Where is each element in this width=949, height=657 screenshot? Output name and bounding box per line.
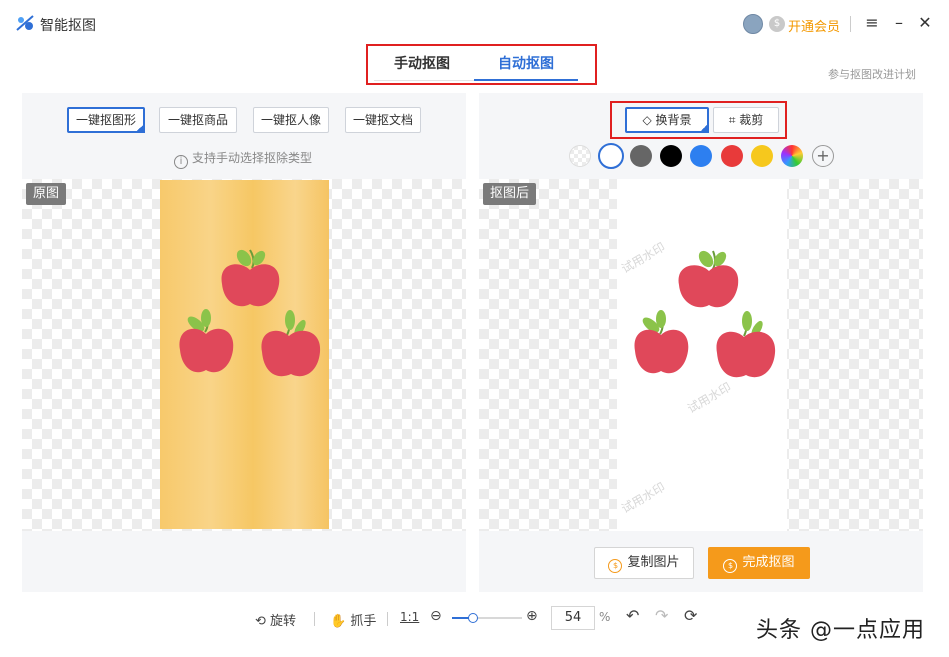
copy-image-button[interactable]: $ 复制图片 xyxy=(594,547,694,579)
paint-bucket-icon: ◇ xyxy=(642,113,656,127)
mode-tabs: 手动抠图 自动抠图 xyxy=(366,44,597,85)
result-canvas[interactable]: 试用水印 试用水印 试用水印 抠图后 xyxy=(479,179,923,531)
type-document-button[interactable]: 一键抠文档 xyxy=(345,107,421,133)
zoom-unit: % xyxy=(599,610,611,624)
hand-tool-label: 抓手 xyxy=(350,614,377,629)
zoom-slider[interactable] xyxy=(452,613,522,623)
zoom-out-icon[interactable]: ⊖ xyxy=(430,608,442,624)
swatch-rainbow[interactable] xyxy=(781,145,803,167)
crop-label: 裁剪 xyxy=(739,113,764,127)
hint-text: 支持手动选择抠除类型 xyxy=(192,151,313,165)
crop-button[interactable]: ⌗ 裁剪 xyxy=(713,107,779,133)
original-canvas[interactable]: 原图 xyxy=(22,179,466,531)
active-tab-indicator xyxy=(474,79,578,81)
tab-manual-cutout[interactable]: 手动抠图 xyxy=(394,53,450,73)
swatch-gray[interactable] xyxy=(630,145,652,167)
app-logo-icon xyxy=(16,15,34,31)
swatch-red[interactable] xyxy=(721,145,743,167)
vip-link[interactable]: 开通会员 xyxy=(788,16,840,35)
background-swatches: + xyxy=(569,143,835,169)
apples-image xyxy=(179,249,321,377)
swatch-transparent[interactable] xyxy=(569,145,591,167)
coin-icon: $ xyxy=(723,559,738,573)
toolbar-divider xyxy=(314,612,315,626)
swatch-yellow[interactable] xyxy=(751,145,773,167)
rotate-button[interactable]: ⟲ 旋转 xyxy=(255,610,296,629)
finish-cutout-label: 完成抠图 xyxy=(742,555,795,570)
zoom-in-icon[interactable]: ⊕ xyxy=(526,608,538,624)
improvement-plan-link[interactable]: 参与抠图改进计划 xyxy=(828,66,916,82)
change-background-button[interactable]: ◇ 换背景 xyxy=(625,107,709,133)
minimize-icon[interactable]: – xyxy=(888,12,910,34)
redo-icon[interactable]: ↷ xyxy=(655,606,668,625)
original-tag: 原图 xyxy=(26,183,67,205)
actual-size-button[interactable]: 1:1 xyxy=(400,610,419,624)
reset-icon[interactable]: ⟳ xyxy=(684,606,697,625)
type-product-button[interactable]: 一键抠商品 xyxy=(159,107,237,133)
vip-coin-icon: $ xyxy=(769,16,785,32)
original-panel: 一键抠图形 一键抠商品 一键抠人像 一键抠文档 i 支持手动选择抠除类型 原图 xyxy=(22,93,466,592)
type-portrait-button[interactable]: 一键抠人像 xyxy=(253,107,329,133)
avatar[interactable] xyxy=(743,14,763,34)
type-shape-button[interactable]: 一键抠图形 xyxy=(67,107,145,133)
zoom-slider-handle[interactable] xyxy=(468,613,478,623)
zoom-input[interactable]: 54 xyxy=(551,606,595,630)
tab-auto-cutout[interactable]: 自动抠图 xyxy=(498,53,554,73)
swatch-black[interactable] xyxy=(660,145,682,167)
result-tag: 抠图后 xyxy=(483,183,537,205)
original-image xyxy=(160,180,329,529)
finish-cutout-button[interactable]: $ 完成抠图 xyxy=(708,547,810,579)
type-hint: i 支持手动选择抠除类型 xyxy=(174,149,312,169)
swatch-blue[interactable] xyxy=(690,145,712,167)
hand-tool-button[interactable]: ✋ 抓手 xyxy=(330,610,376,629)
close-icon[interactable]: ✕ xyxy=(914,12,936,34)
menu-icon[interactable]: ≡ xyxy=(861,12,883,34)
change-background-label: 换背景 xyxy=(655,113,692,127)
add-color-icon[interactable]: + xyxy=(812,145,834,167)
apples-cutout xyxy=(634,250,776,378)
hand-icon: ✋ xyxy=(330,614,351,629)
overlay-watermark: 头条 @一点应用 xyxy=(756,618,925,643)
rotate-icon: ⟲ xyxy=(255,614,271,629)
background-tools: ◇ 换背景 ⌗ 裁剪 xyxy=(610,101,787,139)
app-title: 智能抠图 xyxy=(40,18,96,34)
toolbar-divider xyxy=(387,612,388,626)
coin-icon: $ xyxy=(608,559,623,573)
info-icon: i xyxy=(174,155,188,169)
rotate-label: 旋转 xyxy=(270,614,297,629)
swatch-white[interactable] xyxy=(598,143,624,169)
result-image: 试用水印 试用水印 试用水印 xyxy=(617,179,787,531)
title-divider xyxy=(850,16,851,32)
crop-icon: ⌗ xyxy=(728,113,740,127)
undo-icon[interactable]: ↶ xyxy=(626,606,639,625)
result-panel: ◇ 换背景 ⌗ 裁剪 + 试用水印 试用水印 试用水印 抠图后 $ 复制图片 $ 完… xyxy=(479,93,923,592)
copy-image-label: 复制图片 xyxy=(627,555,680,570)
